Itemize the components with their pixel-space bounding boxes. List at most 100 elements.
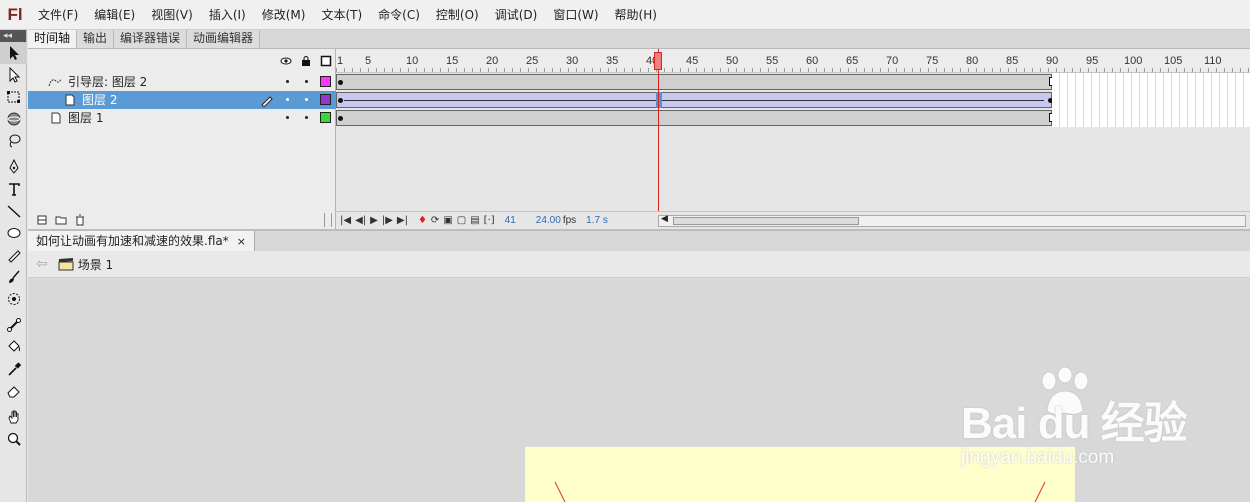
go-first-frame-icon[interactable]: |◀: [340, 215, 351, 226]
splitter-grip[interactable]: [324, 213, 332, 227]
layer-name: 图层 1: [68, 111, 104, 125]
hand-tool[interactable]: [0, 406, 27, 428]
zoom-tool[interactable]: [0, 428, 27, 450]
empty-frames[interactable]: [1052, 73, 1250, 91]
line-icon: [7, 205, 20, 218]
lock-icon[interactable]: [300, 55, 312, 67]
eraser-icon: [6, 386, 20, 398]
panel-tab-bar: 时间轴 输出 编译器错误 动画编辑器: [28, 30, 1250, 49]
step-forward-icon[interactable]: |▶: [382, 215, 393, 226]
menu-modify[interactable]: 修改(M): [254, 0, 314, 30]
arrow-icon: [9, 46, 19, 60]
paint-bucket-tool[interactable]: [0, 336, 27, 358]
scroll-thumb[interactable]: [673, 217, 859, 225]
menu-commands[interactable]: 命令(C): [370, 0, 428, 30]
menu-window[interactable]: 窗口(W): [545, 0, 606, 30]
modify-markers-icon[interactable]: [·]: [484, 215, 495, 226]
edit-multiple-frames-icon[interactable]: ▤: [470, 215, 479, 226]
go-last-frame-icon[interactable]: ▶|: [397, 215, 408, 226]
menu-control[interactable]: 控制(O): [428, 0, 487, 30]
oval-tool[interactable]: [0, 222, 27, 244]
layer-row-normal[interactable]: 图层 1: [28, 109, 336, 127]
lock-dot[interactable]: [305, 116, 308, 119]
back-arrow-icon[interactable]: ⇦: [36, 256, 48, 272]
visibility-dot[interactable]: [286, 116, 289, 119]
tab-output[interactable]: 输出: [77, 30, 115, 48]
menu-file[interactable]: 文件(F): [30, 0, 86, 30]
keyframe[interactable]: [338, 80, 343, 85]
empty-frames[interactable]: [1052, 109, 1250, 127]
frame-row-layer1[interactable]: [336, 109, 1250, 127]
deco-icon: [7, 293, 20, 305]
ruler-label: 30: [566, 55, 579, 67]
layer-color-swatch[interactable]: [320, 76, 331, 87]
frame-row-guide[interactable]: [336, 73, 1250, 91]
layer-row-selected[interactable]: 图层 2: [28, 91, 336, 109]
new-folder-icon[interactable]: [55, 214, 67, 226]
layer-page-icon: [65, 94, 75, 106]
brush-tool[interactable]: [0, 266, 27, 288]
layer-row-guide[interactable]: 引导层: 图层 2: [28, 73, 336, 91]
current-frame-value[interactable]: 41: [505, 215, 516, 226]
layer-color-swatch[interactable]: [320, 112, 331, 123]
frame-ruler[interactable]: 1 5 10 15 20 25 30 35 40 45 50 55 60 65 …: [336, 49, 1250, 73]
menu-help[interactable]: 帮助(H): [607, 0, 665, 30]
trash-icon[interactable]: [74, 214, 86, 226]
ruler-label: 10: [406, 55, 419, 67]
keyframe[interactable]: [338, 98, 343, 103]
eraser-tool[interactable]: [0, 380, 27, 402]
scroll-left-icon[interactable]: ◀: [661, 214, 668, 224]
keyframe[interactable]: [338, 116, 343, 121]
menu-debug[interactable]: 调试(D): [487, 0, 546, 30]
lock-dot[interactable]: [305, 80, 308, 83]
bone-tool[interactable]: [0, 314, 27, 336]
frame-row-tween[interactable]: [336, 91, 1250, 109]
menu-insert[interactable]: 插入(I): [201, 0, 254, 30]
visibility-dot[interactable]: [286, 98, 289, 101]
timeline-scrollbar[interactable]: ◀: [658, 214, 1246, 227]
menu-edit[interactable]: 编辑(E): [86, 0, 143, 30]
subselection-tool[interactable]: [0, 64, 27, 86]
playhead-line[interactable]: [658, 49, 659, 229]
eyedropper-tool[interactable]: [0, 358, 27, 380]
watermark-brand: Bai du 经验: [961, 399, 1188, 448]
layer-color-swatch[interactable]: [320, 94, 331, 105]
new-layer-icon[interactable]: [36, 214, 48, 226]
onion-outline-icon[interactable]: ▢: [457, 215, 466, 226]
document-tab[interactable]: 如何让动画有加速和减速的效果.fla* ×: [28, 231, 255, 251]
scene-name[interactable]: 场景 1: [78, 256, 113, 273]
fps-value[interactable]: 24.00: [536, 215, 561, 226]
close-tab-icon[interactable]: ×: [237, 235, 246, 248]
text-tool[interactable]: [0, 178, 27, 200]
outline-icon[interactable]: [320, 55, 332, 67]
pen-tool[interactable]: [0, 156, 27, 178]
step-back-icon[interactable]: ◀|: [355, 215, 366, 226]
empty-frames[interactable]: [1052, 91, 1250, 109]
lasso-tool[interactable]: [0, 130, 27, 152]
loop-icon[interactable]: ⟳: [431, 215, 439, 226]
menu-text[interactable]: 文本(T): [313, 0, 370, 30]
collapse-toolbar-button[interactable]: ◂◂: [0, 30, 26, 42]
tab-motion-editor[interactable]: 动画编辑器: [187, 30, 261, 48]
lock-dot[interactable]: [305, 98, 308, 101]
playhead-handle[interactable]: [654, 52, 662, 70]
play-icon[interactable]: ▶: [370, 215, 378, 226]
tools-panel: ◂◂: [0, 30, 27, 502]
tab-compiler-errors[interactable]: 编译器错误: [114, 30, 188, 48]
line-tool[interactable]: [0, 200, 27, 222]
visibility-dot[interactable]: [286, 80, 289, 83]
center-frame-icon[interactable]: ♦: [418, 215, 427, 226]
pencil-tool[interactable]: [0, 244, 27, 266]
tab-timeline[interactable]: 时间轴: [28, 30, 78, 48]
free-transform-tool[interactable]: [0, 86, 27, 108]
pen-icon: [8, 159, 19, 174]
deco-tool[interactable]: [0, 288, 27, 310]
menu-view[interactable]: 视图(V): [143, 0, 201, 30]
watermark-url: jingyan.baidu.com: [961, 447, 1115, 468]
3d-rotation-tool[interactable]: [0, 108, 27, 130]
eye-icon[interactable]: [280, 55, 292, 67]
onion-skin-icon[interactable]: ▣: [443, 215, 452, 226]
selection-tool[interactable]: [0, 42, 27, 64]
menu-bar: Fl 文件(F) 编辑(E) 视图(V) 插入(I) 修改(M) 文本(T) 命…: [0, 0, 1250, 30]
ruler-label: 80: [966, 55, 979, 67]
